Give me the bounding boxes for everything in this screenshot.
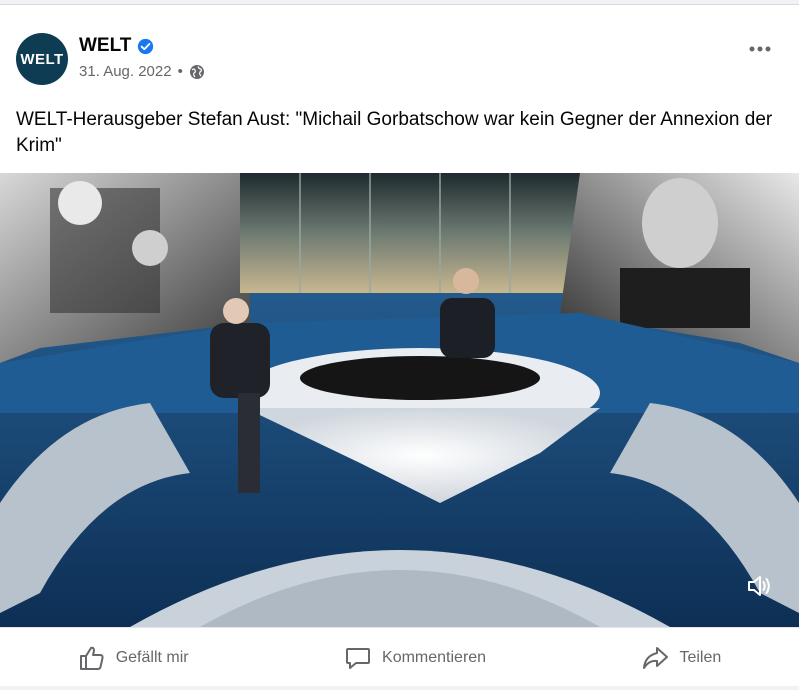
meta-separator: • xyxy=(177,63,183,80)
share-button[interactable]: Teilen xyxy=(627,638,735,678)
verified-badge-icon xyxy=(138,38,154,54)
page-avatar[interactable]: WELT xyxy=(16,33,68,85)
globe-icon xyxy=(189,64,204,79)
video-frame xyxy=(0,173,799,627)
page-name[interactable]: WELT xyxy=(79,35,131,57)
post-card: WELT WELT 31. Aug. 2022 • WELT-Herausgeb… xyxy=(0,4,799,686)
share-label: Teilen xyxy=(679,648,722,666)
thumbs-up-icon xyxy=(79,646,104,670)
comment-button[interactable]: Kommentieren xyxy=(330,638,500,678)
more-dots-icon xyxy=(749,46,771,52)
page-name-row: WELT xyxy=(79,35,154,57)
post-actions: Gefällt mir Kommentieren Teilen xyxy=(0,627,799,687)
comment-label: Kommentieren xyxy=(382,648,487,666)
more-options-button[interactable] xyxy=(745,37,775,61)
video-player[interactable] xyxy=(0,173,799,627)
comment-bubble-icon xyxy=(346,647,371,669)
share-arrow-icon xyxy=(643,646,669,669)
like-button[interactable]: Gefällt mir xyxy=(64,638,203,678)
post-header: WELT WELT 31. Aug. 2022 • xyxy=(16,33,783,89)
post-caption: WELT-Herausgeber Stefan Aust: "Michail G… xyxy=(16,109,773,156)
speaker-icon xyxy=(748,576,770,596)
post-date[interactable]: 31. Aug. 2022 xyxy=(79,63,172,80)
avatar-logo-text: WELT xyxy=(20,50,64,68)
post-meta: 31. Aug. 2022 • xyxy=(79,63,205,80)
like-label: Gefällt mir xyxy=(115,648,189,666)
volume-button[interactable] xyxy=(742,569,776,603)
